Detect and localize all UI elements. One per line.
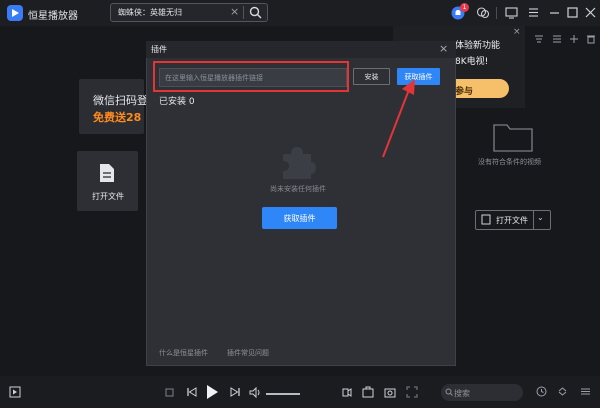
promo-close-icon[interactable]: ×: [513, 27, 521, 37]
search-icon[interactable]: [249, 6, 262, 19]
settings-icon[interactable]: [341, 386, 353, 398]
top-search-text[interactable]: 蜘蛛侠：英雄无归: [118, 7, 182, 18]
screen-icon[interactable]: [505, 6, 518, 19]
open-file-divider: [533, 211, 534, 229]
file-icon: [99, 163, 115, 183]
stop-icon[interactable]: [165, 388, 174, 397]
wechat-promo-text: 免费送28: [93, 111, 142, 124]
notification-badge: 1: [460, 3, 469, 12]
sort-icon[interactable]: [557, 386, 568, 397]
wechat-login-text: 微信扫码登: [93, 94, 148, 107]
next-icon[interactable]: [229, 386, 241, 398]
minimize-icon[interactable]: [548, 6, 561, 19]
search-divider: [243, 6, 244, 19]
close-window-icon[interactable]: [584, 6, 597, 19]
volume-slider[interactable]: [266, 393, 300, 395]
no-video-text: 没有符合条件的视频: [478, 158, 541, 166]
play-icon[interactable]: [205, 384, 219, 400]
library-search-placeholder: 搜索: [454, 389, 470, 398]
list-view-icon[interactable]: [552, 34, 562, 44]
filter-icon[interactable]: [534, 34, 544, 44]
maximize-icon[interactable]: [566, 6, 579, 19]
app-menu-caret-icon[interactable]: ⌄: [72, 7, 79, 16]
add-icon[interactable]: [569, 34, 579, 44]
promo-text-1: 体验新功能: [455, 41, 501, 51]
volume-icon[interactable]: [249, 387, 261, 398]
get-plugin-main-button[interactable]: 获取插件: [262, 207, 337, 229]
highlight-box: [153, 61, 349, 92]
plugin-faq-link[interactable]: 插件常见问题: [227, 348, 269, 358]
open-file-small-icon: [481, 214, 491, 225]
dialog-close-icon[interactable]: ×: [439, 42, 448, 55]
chevron-down-icon[interactable]: ⌄: [537, 213, 544, 222]
titlebar-divider: [496, 7, 497, 19]
app-logo-icon: [7, 5, 23, 21]
app-title[interactable]: 恒星播放器: [28, 7, 78, 22]
chat-icon[interactable]: [476, 6, 490, 20]
previous-icon[interactable]: [186, 386, 198, 398]
plugin-dialog-title: 插件: [151, 45, 167, 54]
plugin-dialog-header: [146, 41, 456, 58]
puzzle-icon: [279, 144, 317, 180]
screenshot-icon[interactable]: [384, 386, 396, 398]
promo-join-label: 参与: [455, 87, 474, 97]
what-is-plugin-link[interactable]: 什么是恒星插件: [159, 348, 208, 358]
annotation-arrow: [378, 77, 418, 159]
open-file-label: 打开文件: [92, 192, 124, 201]
promo-text-2: 8K电视!: [455, 57, 489, 67]
empty-state-text: 尚未安装任何插件: [270, 185, 326, 193]
more-icon[interactable]: [580, 386, 591, 397]
installed-count: 已安装 0: [159, 97, 195, 107]
playlist-toggle-icon[interactable]: [9, 386, 21, 398]
fullscreen-icon[interactable]: [406, 386, 418, 398]
clear-icon[interactable]: ×: [230, 5, 239, 18]
library-search-icon: [445, 388, 453, 396]
folder-icon: [493, 122, 533, 152]
history-icon[interactable]: [536, 386, 547, 397]
menu-icon[interactable]: [527, 6, 540, 19]
open-file-button-label: 打开文件: [496, 216, 528, 225]
delete-icon[interactable]: [586, 34, 596, 44]
toolbox-icon[interactable]: [362, 386, 374, 398]
